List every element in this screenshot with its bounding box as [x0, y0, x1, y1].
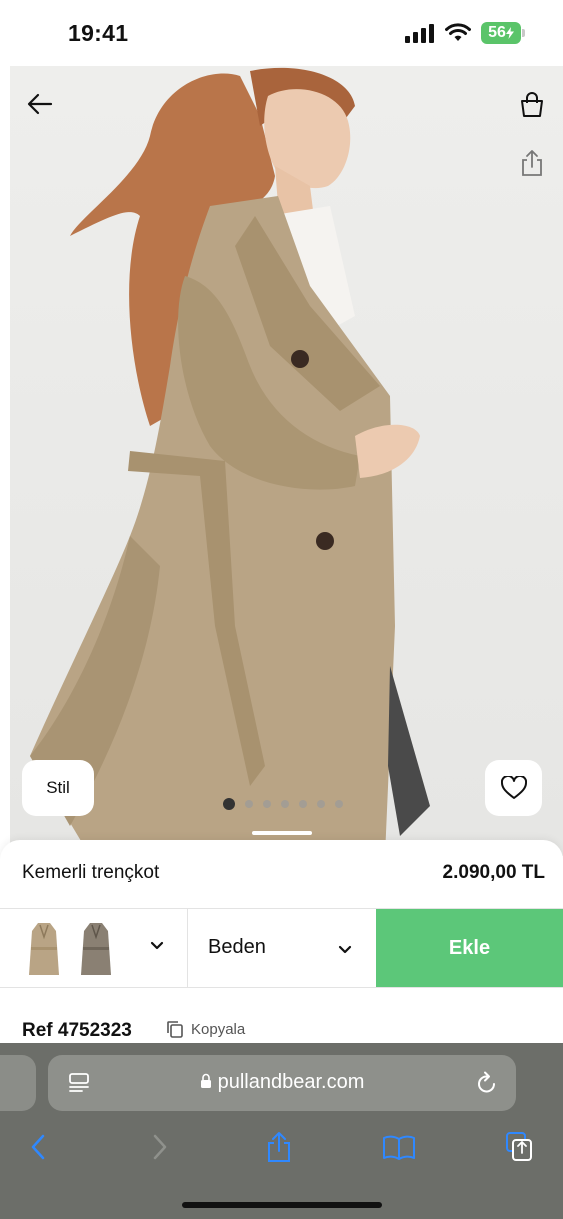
share-icon [268, 1132, 290, 1162]
carousel-dot[interactable] [281, 800, 289, 808]
book-icon [383, 1135, 415, 1160]
tabs-button[interactable] [498, 1127, 542, 1167]
product-image-carousel[interactable]: Stil [10, 66, 563, 856]
chevron-left-icon [31, 1134, 45, 1160]
product-reference: Ref 4752323 [22, 1020, 132, 1041]
tabs-icon [506, 1132, 532, 1161]
back-arrow-icon [27, 93, 53, 115]
carousel-dot[interactable] [299, 800, 307, 808]
chevron-down-icon [150, 941, 164, 950]
product-name: Kemerli trençkot [22, 862, 160, 883]
previous-tab-preview[interactable] [0, 1055, 36, 1111]
url-text: pullandbear.com [217, 1071, 365, 1093]
back-button[interactable] [20, 88, 60, 120]
copy-icon [167, 1021, 183, 1038]
chevron-right-icon [153, 1134, 167, 1160]
status-icons: 56 [405, 22, 525, 44]
copy-label: Kopyala [191, 1020, 246, 1038]
status-time: 19:41 [68, 20, 129, 46]
carousel-dot[interactable] [263, 800, 271, 808]
style-button[interactable]: Stil [22, 760, 94, 816]
favorite-button[interactable] [485, 760, 542, 816]
purchase-options-row: Beden Ekle [0, 908, 563, 988]
bookmarks-button[interactable] [377, 1127, 421, 1167]
address-bar[interactable]: pullandbear.com [48, 1055, 516, 1111]
chevron-down-icon [338, 945, 352, 954]
browser-forward-button[interactable] [138, 1127, 182, 1167]
heart-icon [500, 776, 527, 799]
browser-toolbar [0, 1127, 563, 1167]
add-to-cart-button[interactable]: Ekle [376, 909, 563, 987]
carousel-dot[interactable] [245, 800, 253, 808]
size-label: Beden [208, 936, 266, 958]
color-selector[interactable] [0, 909, 188, 987]
shopping-bag-icon [521, 92, 543, 117]
carousel-dots[interactable] [223, 798, 343, 810]
color-swatch-grey[interactable] [78, 921, 114, 977]
browser-chrome: pullandbear.com [0, 1043, 563, 1219]
size-selector[interactable]: Beden [188, 909, 376, 987]
product-sheet: Kemerli trençkot 2.090,00 TL Beden Ekle … [0, 831, 563, 1050]
carousel-dot[interactable] [223, 798, 235, 810]
charging-bolt-icon [505, 27, 514, 39]
home-indicator[interactable] [182, 1202, 382, 1208]
browser-back-button[interactable] [16, 1127, 60, 1167]
share-button[interactable] [515, 146, 549, 180]
wifi-icon [445, 23, 471, 41]
copy-reference-button[interactable]: Kopyala [166, 1020, 245, 1038]
battery-level: 56 [488, 24, 506, 41]
product-photo [30, 67, 430, 856]
battery-indicator: 56 [481, 22, 525, 44]
browser-share-button[interactable] [257, 1127, 301, 1167]
reload-icon[interactable] [476, 1071, 498, 1095]
lock-icon [200, 1073, 211, 1088]
url-display[interactable]: pullandbear.com [48, 1071, 516, 1094]
sheet-handle[interactable] [252, 831, 312, 835]
share-icon [522, 150, 542, 176]
status-bar: 19:41 56 [0, 0, 563, 66]
product-price: 2.090,00 TL [442, 862, 545, 883]
carousel-dot[interactable] [335, 800, 343, 808]
color-swatch-beige[interactable] [26, 921, 62, 977]
cellular-signal-icon [405, 24, 434, 43]
cart-button[interactable] [513, 88, 551, 122]
carousel-dot[interactable] [317, 800, 325, 808]
